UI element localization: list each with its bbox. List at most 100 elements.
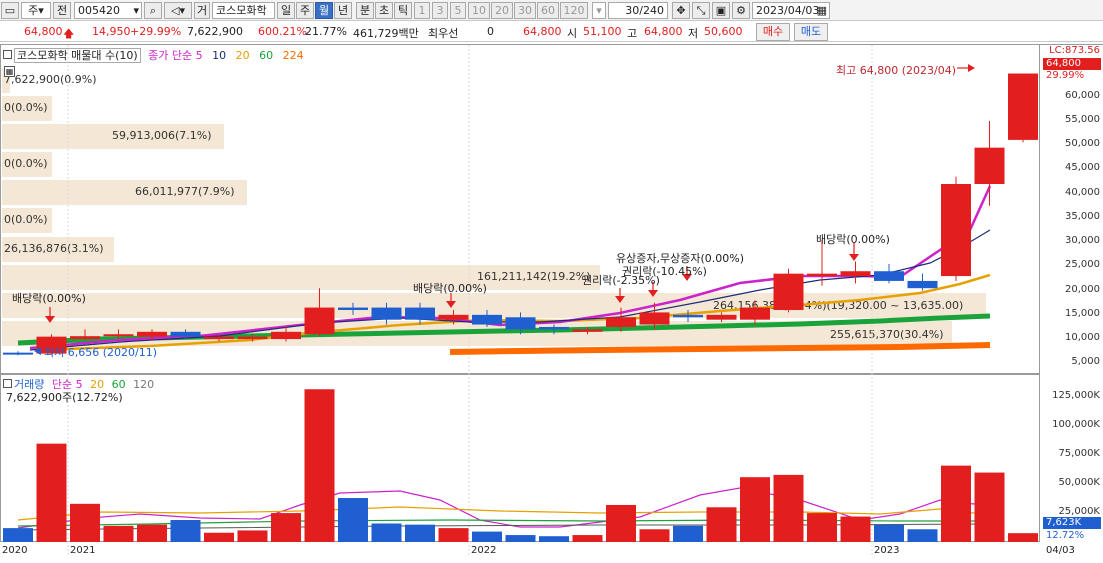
price-legend: 코스모화학 매물대 수(10) 종가 단순 5 10 20 60 224 [3,47,304,63]
current-volume-pct: 12.72% [1046,530,1085,541]
price-tick-label: 60,000 [1065,89,1100,101]
current-price-tag: 64,800 [1043,58,1101,70]
candle-body [438,314,469,320]
volume-tick-label: 25,000K [1058,506,1100,518]
event-arrows [34,64,975,355]
vap-legend-title[interactable]: 코스모화학 매물대 수(10) [14,48,141,63]
volume-bar [673,525,703,542]
volume-bar [472,531,502,542]
volume-bar [505,535,536,542]
rights3-arrow-head [615,296,625,303]
price-tick-label: 5,000 [1071,356,1100,368]
current-pct-tag: 29.99% [1046,70,1085,81]
candle-body [405,307,435,320]
date-label-current: 04/03 [1046,545,1075,556]
volume-bar [907,529,938,542]
candle-body [773,273,804,310]
high-arrow-head [968,64,975,72]
div2-arrow-head [446,301,456,308]
volume-bar [36,443,67,542]
price-tick-label: 55,000 [1065,114,1100,125]
chart-canvas[interactable] [0,0,1103,563]
candle-body [304,307,335,335]
volume-bar [807,513,837,542]
volume-bar [304,389,335,542]
volume-bar [137,524,167,542]
volume-bar [539,536,569,542]
ma-legend-20: 20 [235,49,250,62]
volume-bar [271,513,301,542]
dividend-annotation: 배당락(0.00%) [12,292,86,305]
candle-body [941,184,971,277]
price-tick-label: 10,000 [1065,332,1100,344]
ma-legend-5: 5 [195,49,203,62]
moving-average-lines [17,185,992,355]
candle-body [3,352,33,355]
div1-arrow-head [45,316,55,323]
volume-ma-120: 120 [133,378,155,391]
rights-annotation: 권리락(-2.35%) [582,274,660,287]
volume-bar [941,465,971,542]
ma-legend-224: 224 [282,49,304,62]
volume-bar [874,524,904,542]
candle-body [539,326,569,330]
price-tick-label: 30,000 [1065,235,1100,247]
current-volume-tag: 7,623K [1043,517,1101,529]
candle-body [874,271,904,281]
candle-body [70,336,100,340]
volume-bar [237,530,268,542]
volume-bars [3,389,1038,542]
date-label-2020: 2020 [2,545,28,556]
ma-legend-60: 60 [259,49,274,62]
candle-body [673,314,703,318]
ma-legend-10: 10 [212,49,227,62]
price-tick-label: 15,000 [1065,307,1100,319]
candle-body [103,334,134,337]
high-annotation: 최고 64,800 (2023/04) [836,64,957,77]
volume-tick-label: 125,000K [1052,390,1100,402]
volume-tick-label: 75,000K [1058,448,1100,460]
volume-bar [405,524,435,542]
candle-body [1008,73,1038,140]
candle-body [204,336,234,340]
date-label-2021: 2021 [70,545,96,556]
legend-box-icon [3,50,12,59]
candle-body [974,147,1005,184]
rights2-arrow-head [648,290,658,297]
candle-body [170,331,201,337]
table-icon[interactable]: ▦ [4,66,15,77]
div3-arrow-head [849,254,859,261]
volume-bar [371,523,402,542]
dividend-annotation: 배당락(0.00%) [413,282,487,295]
volume-bar [204,532,234,542]
candle-body [338,307,368,310]
ma-legend-label: 종가 단순 [148,49,193,62]
volume-bar [338,498,368,542]
price-tick-label: 25,000 [1065,259,1100,271]
volume-bar [103,525,134,542]
volume-bar [438,528,469,542]
price-tick-label: 20,000 [1065,283,1100,295]
candle-body [639,312,670,325]
price-axis-top-label: LC:873.56 [1049,45,1100,56]
volume-bar [572,535,603,542]
price-tick-label: 35,000 [1065,210,1100,222]
volume-tick-label: 50,000K [1058,477,1100,489]
ma-224-line [449,342,991,355]
volume-value-label: 7,622,900주(12.72%) [6,391,123,404]
candles [3,73,1038,356]
date-label-2023: 2023 [874,545,900,556]
price-tick-label: 45,000 [1065,162,1100,174]
candle-body [907,280,938,289]
candle-body [840,271,871,277]
volume-bar [773,474,804,542]
volume-bar [170,520,201,542]
candle-body [807,273,837,277]
volume-bar [840,516,871,542]
candle-body [371,307,402,320]
volume-bar [974,472,1005,542]
volume-bar [70,503,100,542]
low-annotation: 최저 6,656 (2020/11) [44,346,158,359]
candle-body [505,317,536,330]
candle-body [572,329,603,332]
